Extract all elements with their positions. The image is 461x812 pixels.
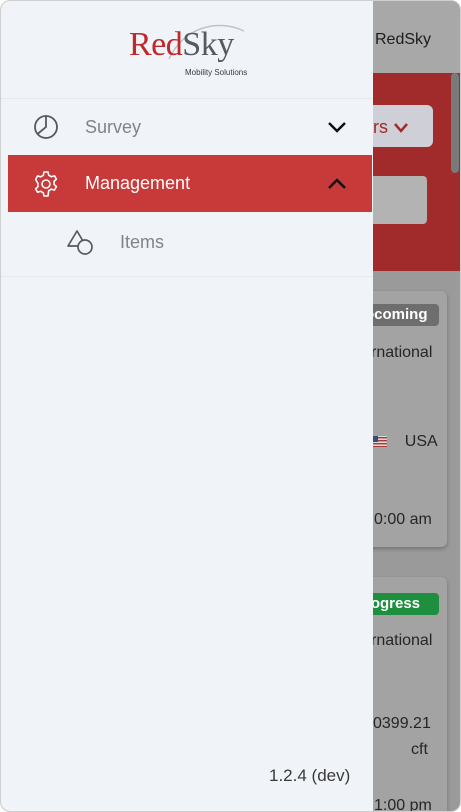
background-scrollbar [451,73,459,173]
nav-item-label: Management [85,173,191,193]
chevron-up-icon[interactable] [326,173,348,195]
gear-icon [34,171,58,197]
chevron-down-icon[interactable] [326,116,348,138]
card-time: 1:00 pm [374,797,432,812]
nav-item-items[interactable]: Items [8,213,372,271]
pie-chart-icon [34,115,58,139]
navigation-drawer: RedSky Mobility Solutions Survey Managem… [1,1,373,811]
app-frame: RedSky rs ocoming rnational USA 0:00 am … [0,0,461,812]
logo-tagline: Mobility Solutions [185,68,248,77]
card-volume: 0399.21 [373,715,431,732]
nav-item-label: Survey [85,117,142,137]
divider [1,276,373,277]
card-time: 0:00 am [374,511,432,528]
card-text: rnational [371,344,433,361]
us-flag-icon [371,435,387,448]
card-unit: cft [411,741,428,758]
app-version: 1.2.4 (dev) [269,766,351,785]
logo-wordmark: RedSky [129,26,234,63]
nav-item-survey[interactable]: Survey [8,98,372,155]
nav-item-management[interactable]: Management [8,155,372,212]
nav-item-label: Items [120,232,165,252]
background-filter-label: rs [373,117,409,138]
chevron-down-icon [394,123,408,134]
card-text: rnational [371,632,433,649]
card-country: USA [371,433,438,451]
background-brand-title: RedSky [375,31,432,48]
redsky-logo: RedSky Mobility Solutions [129,21,259,81]
shapes-icon [67,230,93,255]
